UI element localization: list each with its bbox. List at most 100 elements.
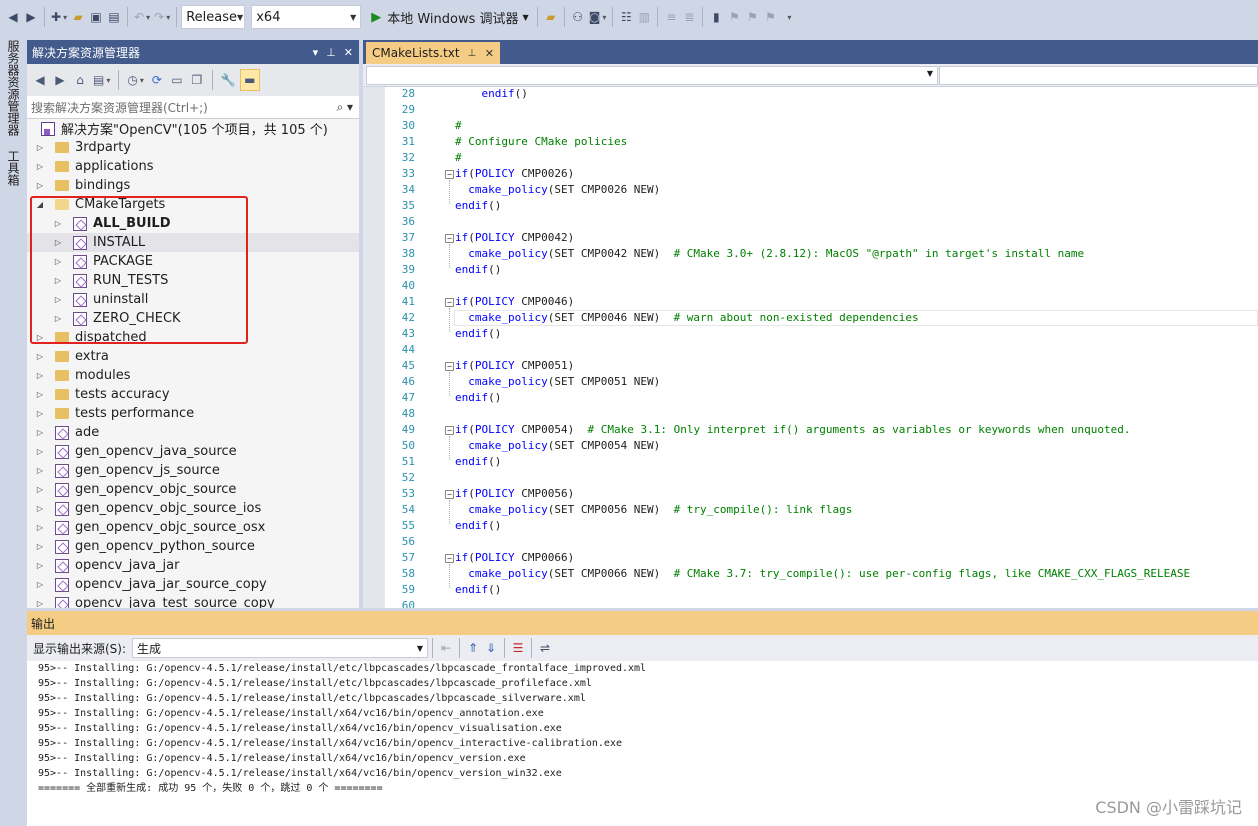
expand-arrow-icon[interactable]: ▷ xyxy=(35,162,45,171)
next-message-icon[interactable]: ⇓ xyxy=(482,637,500,659)
sync-icon[interactable]: ⟳ xyxy=(148,69,166,91)
prev-bookmark-icon[interactable]: ⚑ xyxy=(725,6,743,28)
toolbox-tab[interactable]: 工具箱 xyxy=(4,150,22,186)
expand-arrow-icon[interactable]: ▷ xyxy=(35,542,45,551)
preview-selected-icon[interactable]: ▬ xyxy=(239,69,260,91)
tree-folder[interactable]: ▷ tests performance xyxy=(27,404,359,423)
forward-icon[interactable]: ▶ xyxy=(51,69,69,91)
search-icon[interactable]: ⌕ ▾ xyxy=(336,100,359,115)
tree-project[interactable]: ▷ gen_opencv_js_source xyxy=(27,461,359,480)
undo-icon[interactable]: ↶ ▾ xyxy=(132,6,152,28)
tree-folder[interactable]: ▷ modules xyxy=(27,366,359,385)
collapse-region-icon[interactable]: − xyxy=(445,170,454,179)
format-icon[interactable]: ▥ xyxy=(635,6,653,28)
redo-icon[interactable]: ↷ ▾ xyxy=(152,6,172,28)
go-to-line-icon[interactable]: ⇤ xyxy=(437,637,455,659)
tree-folder[interactable]: ▷ extra xyxy=(27,347,359,366)
toolbar-overflow-icon[interactable]: ▾ xyxy=(779,6,797,28)
collapse-region-icon[interactable]: − xyxy=(445,298,454,307)
find-in-files-icon[interactable]: ▰ xyxy=(542,6,560,28)
switch-views-icon[interactable]: ▤ ▾ xyxy=(91,69,112,91)
solution-node[interactable]: 解决方案"OpenCV"(105 个项目，共 105 个) xyxy=(27,119,359,138)
output-toolbar: 显示输出来源(S): 生成 ▼ ⇤ ⇑ ⇓ ☰ ⇌ xyxy=(27,635,1258,661)
expand-arrow-icon[interactable]: ▷ xyxy=(35,504,45,513)
expand-arrow-icon[interactable]: ▷ xyxy=(35,580,45,589)
window-menu-icon[interactable]: ▾ xyxy=(313,46,319,59)
pin-icon[interactable]: ⊥ xyxy=(468,48,477,59)
tree-project[interactable]: ▷ gen_opencv_python_source xyxy=(27,537,359,556)
show-all-files-icon[interactable]: ❐ xyxy=(188,69,206,91)
configuration-select[interactable]: Release ▼ xyxy=(181,5,246,29)
collapse-region-icon[interactable]: − xyxy=(445,426,454,435)
uncomment-icon[interactable]: ≣ xyxy=(680,6,698,28)
collapse-all-icon[interactable]: ▭ xyxy=(168,69,186,91)
properties-icon[interactable]: 🔧 xyxy=(219,69,238,91)
expand-arrow-icon[interactable]: ▷ xyxy=(35,428,45,437)
scope-dropdown[interactable]: ▼ xyxy=(366,66,938,85)
next-bookmark-icon[interactable]: ⚑ xyxy=(743,6,761,28)
tree-project[interactable]: ▷ opencv_java_jar xyxy=(27,556,359,575)
close-icon[interactable]: ✕ xyxy=(344,46,353,59)
tab-cmakelists[interactable]: CMakeLists.txt ⊥ ✕ xyxy=(366,42,500,64)
output-source-select[interactable]: 生成 ▼ xyxy=(132,638,429,658)
collapse-region-icon[interactable]: − xyxy=(445,362,454,371)
tree-folder[interactable]: ▷ bindings xyxy=(27,176,359,195)
clear-bookmarks-icon[interactable]: ⚑ xyxy=(761,6,779,28)
tree-node-label: tests performance xyxy=(75,406,195,421)
clear-all-icon[interactable]: ☰ xyxy=(509,637,527,659)
member-dropdown[interactable] xyxy=(939,66,1258,85)
save-all-icon[interactable]: ▤ xyxy=(105,6,123,28)
word-wrap-icon[interactable]: ⇌ xyxy=(536,637,554,659)
home-icon[interactable]: ⌂ xyxy=(71,69,89,91)
tree-project[interactable]: ▷ gen_opencv_objc_source_osx xyxy=(27,518,359,537)
expand-arrow-icon[interactable]: ▷ xyxy=(35,599,45,608)
comment-icon[interactable]: ≡ xyxy=(662,6,680,28)
prev-message-icon[interactable]: ⇑ xyxy=(464,637,482,659)
pin-icon[interactable]: ⊥ xyxy=(326,46,336,59)
code-area[interactable]: 28 endif() 29 30 #31 # Configure CMake polic… xyxy=(363,87,1258,608)
expand-arrow-icon[interactable]: ▷ xyxy=(35,143,45,152)
tree-project[interactable]: ▷ gen_opencv_objc_source xyxy=(27,480,359,499)
collapse-region-icon[interactable]: − xyxy=(445,554,454,563)
expand-arrow-icon[interactable]: ▷ xyxy=(35,485,45,494)
new-item-icon[interactable]: ✚ ▾ xyxy=(49,6,69,28)
server-explorer-tab[interactable]: 服务器资源管理器 xyxy=(4,40,22,136)
code-token: (SET CMP0051 NEW) xyxy=(547,375,661,388)
expand-arrow-icon[interactable]: ▷ xyxy=(35,447,45,456)
bookmark-icon[interactable]: ▮ xyxy=(707,6,725,28)
output-text[interactable]: 95>-- Installing: G:/opencv-4.5.1/releas… xyxy=(27,661,1258,826)
tree-folder[interactable]: ▷ 3rdparty xyxy=(27,138,359,157)
expand-arrow-icon[interactable]: ▷ xyxy=(35,523,45,532)
team-icon[interactable]: ⚇ xyxy=(569,6,587,28)
save-icon[interactable]: ▣ xyxy=(87,6,105,28)
close-icon[interactable]: ✕ xyxy=(485,47,500,60)
platform-select[interactable]: x64 ▼ xyxy=(251,5,362,29)
tree-project[interactable]: ▷ gen_opencv_java_source xyxy=(27,442,359,461)
outline-icon[interactable]: ☷ xyxy=(617,6,635,28)
expand-arrow-icon[interactable]: ▷ xyxy=(35,352,45,361)
expand-arrow-icon[interactable]: ▷ xyxy=(35,181,45,190)
screenshot-icon[interactable]: ◙ ▾ xyxy=(587,6,609,28)
tree-project[interactable]: ▷ ade xyxy=(27,423,359,442)
expand-arrow-icon[interactable]: ▷ xyxy=(35,561,45,570)
tree-folder[interactable]: ▷ tests accuracy xyxy=(27,385,359,404)
expand-arrow-icon[interactable]: ▷ xyxy=(35,466,45,475)
tree-project[interactable]: ▷ gen_opencv_objc_source_ios xyxy=(27,499,359,518)
tree-project[interactable]: ▷ opencv_java_test_source_copy xyxy=(27,594,359,608)
line-number: 33 xyxy=(401,167,415,180)
start-debugging-button[interactable]: ▶ 本地 Windows 调试器 ▼ xyxy=(367,5,532,29)
solution-search-input[interactable]: 搜索解决方案资源管理器(Ctrl+;) ⌕ ▾ xyxy=(27,96,359,119)
code-token: () xyxy=(488,583,502,596)
pending-changes-icon[interactable]: ◷ ▾ xyxy=(125,69,146,91)
collapse-region-icon[interactable]: − xyxy=(445,234,454,243)
collapse-region-icon[interactable]: − xyxy=(445,490,454,499)
tree-folder[interactable]: ▷ applications xyxy=(27,157,359,176)
expand-arrow-icon[interactable]: ▷ xyxy=(35,409,45,418)
expand-arrow-icon[interactable]: ▷ xyxy=(35,371,45,380)
back-icon[interactable]: ◀ xyxy=(4,6,22,28)
forward-icon[interactable]: ▶ xyxy=(22,6,40,28)
open-folder-icon[interactable]: ▰ xyxy=(69,6,87,28)
expand-arrow-icon[interactable]: ▷ xyxy=(35,390,45,399)
back-icon[interactable]: ◀ xyxy=(31,69,49,91)
tree-project[interactable]: ▷ opencv_java_jar_source_copy xyxy=(27,575,359,594)
